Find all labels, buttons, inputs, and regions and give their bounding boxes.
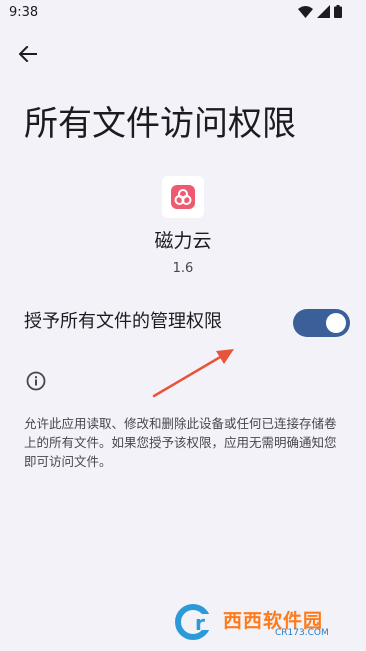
arrow-left-icon — [19, 46, 37, 62]
status-bar: 9:38 — [0, 0, 366, 26]
permission-label: 授予所有文件的管理权限 — [24, 311, 222, 332]
permission-description: 允许此应用读取、修改和删除此设备或任何已连接存储卷上的所有文件。如果您授予该权限… — [24, 416, 337, 469]
toggle-thumb — [326, 313, 346, 333]
status-time: 9:38 — [9, 5, 39, 20]
magnet-cloud-logo-icon — [171, 185, 195, 209]
app-name: 磁力云 — [154, 230, 212, 252]
permission-toggle[interactable] — [293, 309, 350, 337]
watermark: r 西西软件园 CR173.COM — [175, 604, 347, 642]
permission-row[interactable]: 授予所有文件的管理权限 — [0, 296, 366, 348]
watermark-site: CR173.COM — [275, 628, 329, 638]
app-version: 1.6 — [172, 261, 194, 276]
info-icon — [26, 371, 46, 391]
battery-icon — [334, 5, 342, 18]
app-icon — [162, 176, 204, 218]
wifi-icon — [298, 5, 313, 18]
page-title: 所有文件访问权限 — [24, 103, 296, 144]
signal-icon — [317, 5, 330, 18]
status-icons — [298, 5, 342, 18]
back-button[interactable] — [14, 42, 42, 66]
watermark-logo-icon: r — [175, 604, 219, 640]
svg-text:r: r — [195, 611, 205, 635]
